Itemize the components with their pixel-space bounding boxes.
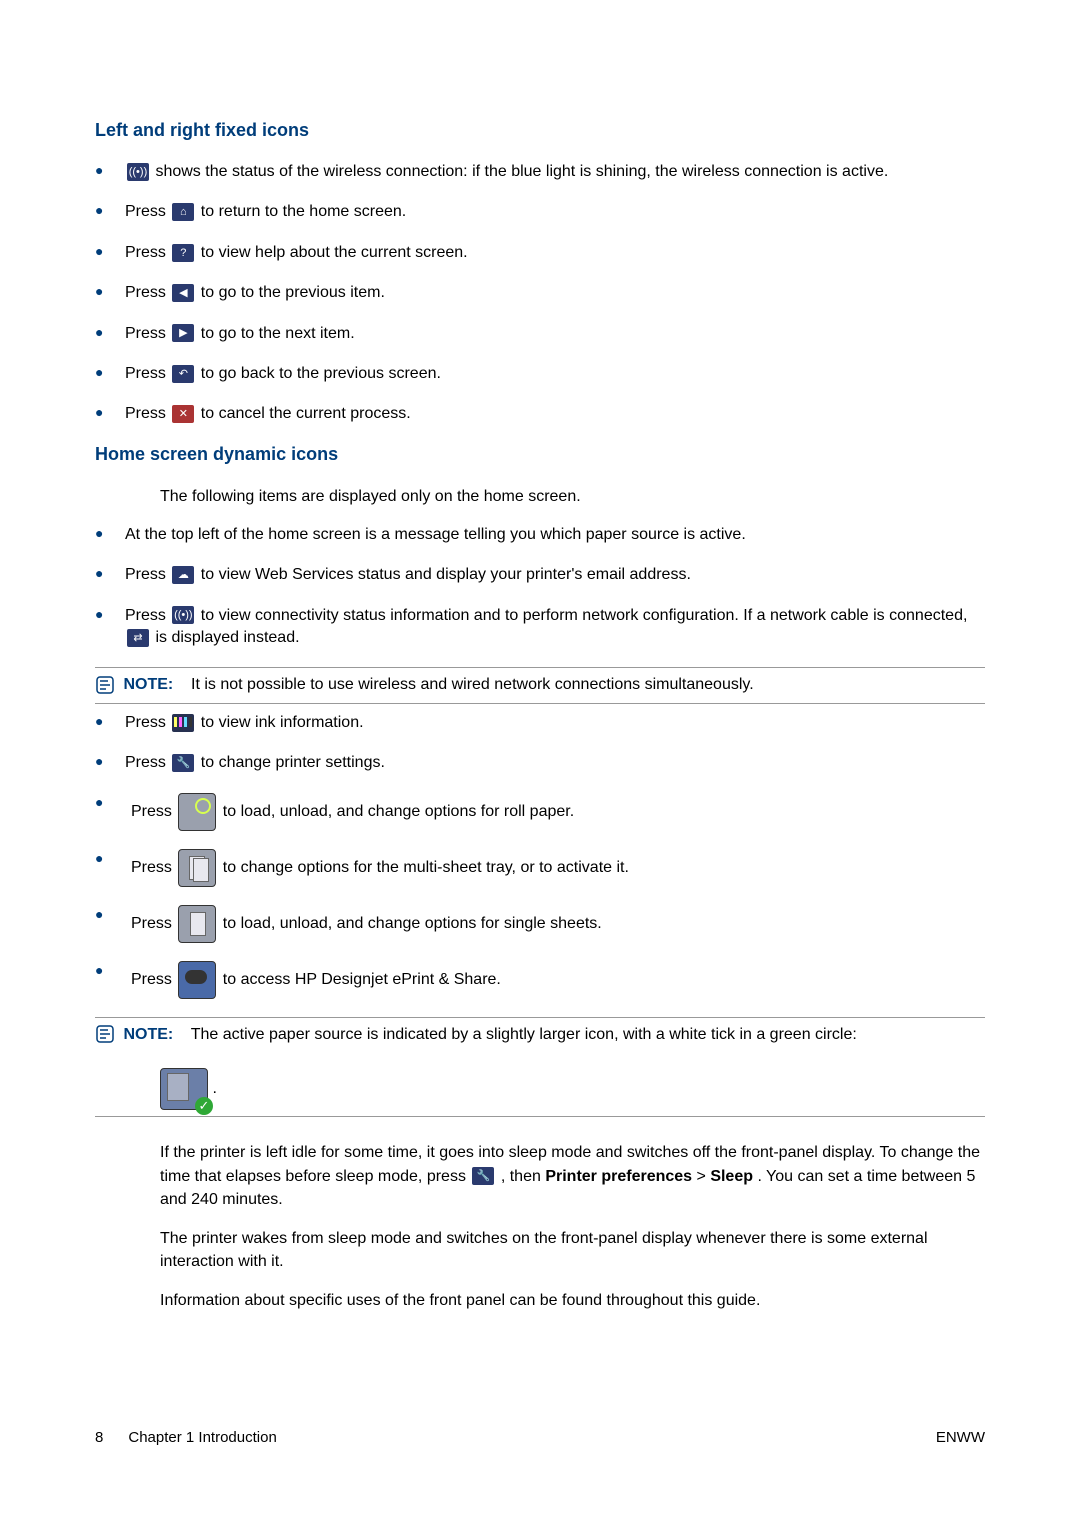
list-item: Press ◀ to go to the previous item.: [95, 282, 985, 304]
list-text: to go to the next item.: [201, 325, 355, 342]
list-item: Press ↶ to go back to the previous scree…: [95, 363, 985, 385]
list-item: Press ? to view help about the current s…: [95, 242, 985, 264]
note-text: It is not possible to use wireless and w…: [191, 676, 754, 693]
list-left-right: ((•)) shows the status of the wireless c…: [95, 161, 985, 426]
note-circle-line: .: [160, 1068, 217, 1110]
text: , then: [501, 1168, 545, 1185]
wake-para: The printer wakes from sleep mode and sw…: [95, 1227, 985, 1273]
sleep-label: Sleep: [710, 1168, 753, 1185]
list-item: Press to load, unload, and change option…: [95, 905, 985, 943]
list-text: to go back to the previous screen.: [201, 365, 441, 382]
list-item: Press to change options for the multi-sh…: [95, 849, 985, 887]
list-text: to go to the previous item.: [201, 284, 385, 301]
list-text: to load, unload, and change options for …: [223, 915, 602, 932]
list-text: Press: [131, 859, 176, 876]
list-home-1: At the top left of the home screen is a …: [95, 524, 985, 650]
list-text: to load, unload, and change options for …: [223, 803, 574, 820]
printer-preferences-label: Printer preferences: [545, 1168, 692, 1185]
list-item: Press to access HP Designjet ePrint & Sh…: [95, 961, 985, 999]
list-text: to change printer settings.: [201, 754, 385, 771]
list-text: to view help about the current screen.: [201, 244, 468, 261]
list-text: to view ink information.: [201, 714, 364, 731]
list-text: Press: [125, 566, 170, 583]
list-text: Press: [131, 971, 176, 988]
list-text: Press: [125, 203, 170, 220]
list-text: Press: [125, 365, 170, 382]
list-item: Press ▶ to go to the next item.: [95, 323, 985, 345]
wireless-icon: ((•)): [127, 163, 149, 181]
list-text: to return to the home screen.: [201, 203, 406, 220]
note-text: The active paper source is indicated by …: [191, 1026, 857, 1043]
note-label: NOTE:: [123, 676, 173, 693]
list-text: to change options for the multi-sheet tr…: [223, 859, 629, 876]
roll-paper-icon: [178, 793, 216, 831]
list-text: to view Web Services status and display …: [201, 566, 691, 583]
list-text: Press: [131, 803, 176, 820]
list-text: Press: [125, 754, 170, 771]
list-text: shows the status of the wireless connect…: [155, 163, 888, 180]
list-text: Press: [125, 284, 170, 301]
list-home-3: Press to load, unload, and change option…: [95, 793, 985, 999]
list-item: Press 🔧 to change printer settings.: [95, 752, 985, 774]
home-icon: ⌂: [172, 203, 194, 221]
list-text: Press: [131, 915, 176, 932]
list-text: Press: [125, 244, 170, 261]
next-icon: ▶: [172, 324, 194, 342]
list-item: Press ☁ to view Web Services status and …: [95, 564, 985, 586]
list-text: At the top left of the home screen is a …: [125, 526, 746, 543]
note-icon: [95, 675, 115, 695]
list-item: Press ((•)) to view connectivity status …: [95, 605, 985, 650]
ink-icon: [172, 714, 194, 732]
chapter-label: Chapter 1 Introduction: [128, 1429, 276, 1446]
footer-right: ENWW: [936, 1429, 985, 1446]
page-footer: 8 Chapter 1 Introduction ENWW: [0, 1429, 1080, 1446]
list-text: to access HP Designjet ePrint & Share.: [223, 971, 501, 988]
sleep-para: If the printer is left idle for some tim…: [95, 1141, 985, 1211]
active-source-tick-icon: [160, 1068, 208, 1110]
heading-left-right: Left and right fixed icons: [95, 120, 985, 141]
list-item: Press ✕ to cancel the current process.: [95, 403, 985, 425]
wired-status-icon: ⇄: [127, 629, 149, 647]
list-text: Press: [125, 325, 170, 342]
single-sheet-icon: [178, 905, 216, 943]
web-services-icon: ☁: [172, 566, 194, 584]
list-home-2: Press to view ink information. Press 🔧 t…: [95, 712, 985, 775]
text: >: [697, 1168, 711, 1185]
page-number: 8: [95, 1429, 103, 1446]
intro-text: The following items are displayed only o…: [95, 485, 985, 508]
note-active-source: NOTE: The active paper source is indicat…: [95, 1017, 985, 1118]
settings-icon: 🔧: [172, 754, 194, 772]
heading-home-dynamic: Home screen dynamic icons: [95, 444, 985, 465]
multi-sheet-tray-icon: [178, 849, 216, 887]
list-item: Press to load, unload, and change option…: [95, 793, 985, 831]
list-text: Press: [125, 607, 170, 624]
note-text: .: [212, 1081, 216, 1098]
settings-icon: 🔧: [472, 1167, 494, 1185]
list-text: Press: [125, 405, 170, 422]
cancel-icon: ✕: [172, 405, 194, 423]
list-text: is displayed instead.: [155, 629, 299, 646]
help-icon: ?: [172, 244, 194, 262]
list-item: Press ⌂ to return to the home screen.: [95, 201, 985, 223]
list-item: Press to view ink information.: [95, 712, 985, 734]
eprint-share-icon: [178, 961, 216, 999]
note-label: NOTE:: [123, 1026, 173, 1043]
list-item: At the top left of the home screen is a …: [95, 524, 985, 546]
note-wireless-wired: NOTE: It is not possible to use wireless…: [95, 667, 985, 703]
back-icon: ↶: [172, 365, 194, 383]
note-icon: [95, 1024, 115, 1044]
list-item: ((•)) shows the status of the wireless c…: [95, 161, 985, 183]
info-para: Information about specific uses of the f…: [95, 1289, 985, 1312]
list-text: Press: [125, 714, 170, 731]
list-text: to view connectivity status information …: [201, 607, 968, 624]
prev-icon: ◀: [172, 284, 194, 302]
list-text: to cancel the current process.: [201, 405, 411, 422]
wireless-status-icon: ((•)): [172, 606, 194, 624]
